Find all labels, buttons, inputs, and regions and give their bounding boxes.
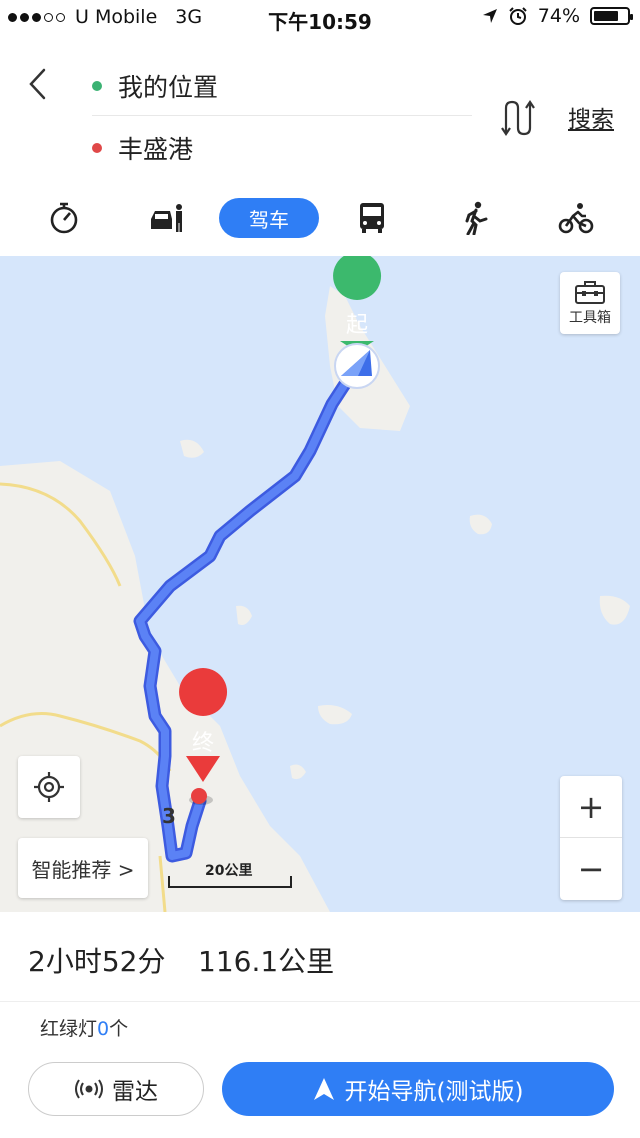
origin-text: 我的位置 xyxy=(118,72,219,102)
taxi-icon xyxy=(151,204,182,232)
traffic-suffix: 个 xyxy=(109,1018,129,1040)
island-6 xyxy=(180,439,204,458)
destination-field[interactable]: 丰盛港 xyxy=(92,118,472,178)
bus-icon xyxy=(360,203,384,233)
battery-icon xyxy=(590,7,633,25)
start-navigation-button[interactable]: 开始导航(测试版) xyxy=(222,1062,614,1116)
mode-drive[interactable]: 驾车 xyxy=(219,198,319,238)
toolbox-icon xyxy=(575,281,605,304)
island-5 xyxy=(290,764,306,780)
route-distance: 116.1公里 xyxy=(198,945,335,978)
radar-button[interactable]: 雷达 xyxy=(28,1062,204,1116)
bike-icon xyxy=(558,203,594,234)
zoom-controls: + − xyxy=(560,776,622,900)
road-number-label: 3 xyxy=(162,804,176,828)
back-icon[interactable] xyxy=(22,64,56,104)
zoom-in-button[interactable]: + xyxy=(560,776,622,838)
status-bar: U Mobile 3G 下午10:59 74% xyxy=(0,0,640,36)
island-1 xyxy=(469,514,492,535)
smart-recommend-button[interactable]: 智能推荐 > xyxy=(18,838,148,898)
walk-icon xyxy=(465,201,488,235)
navigation-arrow-icon xyxy=(313,1078,334,1100)
locate-me-button[interactable] xyxy=(18,756,80,818)
island-4 xyxy=(236,605,252,625)
battery-percent: 74% xyxy=(537,5,580,27)
route-summary[interactable]: 2小时52分 116.1公里 xyxy=(0,912,640,1002)
traffic-lights-info: 红绿灯0个 xyxy=(40,1014,128,1041)
mode-bus[interactable] xyxy=(352,198,392,238)
toolbox-label: 工具箱 xyxy=(569,310,611,326)
locate-icon xyxy=(34,772,64,802)
traffic-prefix: 红绿灯 xyxy=(40,1018,98,1040)
start-navigation-label: 开始导航(测试版) xyxy=(344,1079,524,1105)
origin-field[interactable]: 我的位置 xyxy=(92,56,472,116)
mode-bike[interactable] xyxy=(556,198,596,238)
mode-taxi[interactable] xyxy=(146,198,186,238)
radar-label: 雷达 xyxy=(112,1079,158,1105)
end-dot xyxy=(191,788,207,804)
route-header: 我的位置 丰盛港 搜索 xyxy=(0,36,640,186)
island-3 xyxy=(599,595,630,625)
origin-dot-icon xyxy=(92,80,102,91)
traffic-count: 0 xyxy=(97,1018,110,1040)
app-root: U Mobile 3G 下午10:59 74% 我的位置 丰盛港 搜索 驾车 起… xyxy=(0,0,640,1138)
search-button[interactable]: 搜索 xyxy=(568,100,614,134)
map-canvas: 起 终 xyxy=(0,256,630,912)
location-arrow-icon xyxy=(482,9,497,23)
status-right: 74% xyxy=(482,5,633,27)
radar-icon xyxy=(75,1079,103,1099)
destination-text: 丰盛港 xyxy=(118,135,194,164)
mode-walk[interactable] xyxy=(456,198,496,238)
battery-fill xyxy=(594,11,618,21)
route-duration: 2小时52分 xyxy=(28,945,166,978)
end-pin-label: 终 xyxy=(192,731,214,756)
alarm-icon xyxy=(509,7,527,25)
toolbox-button[interactable]: 工具箱 xyxy=(560,272,620,334)
mode-drive-label: 驾车 xyxy=(249,207,289,232)
transport-mode-bar: 驾车 xyxy=(0,186,640,256)
mode-stopwatch[interactable] xyxy=(44,198,84,238)
island-2 xyxy=(318,705,352,725)
destination-dot-icon xyxy=(92,143,102,153)
swap-icon[interactable] xyxy=(500,98,536,138)
stopwatch-icon xyxy=(50,202,78,234)
scale-bar xyxy=(168,876,292,888)
zoom-out-button[interactable]: − xyxy=(560,838,622,900)
start-pin-label: 起 xyxy=(346,313,368,338)
current-location-marker xyxy=(334,343,380,389)
map-view[interactable]: 起 终 3 工具箱 智能推荐 > 20公里 + − xyxy=(0,256,640,912)
